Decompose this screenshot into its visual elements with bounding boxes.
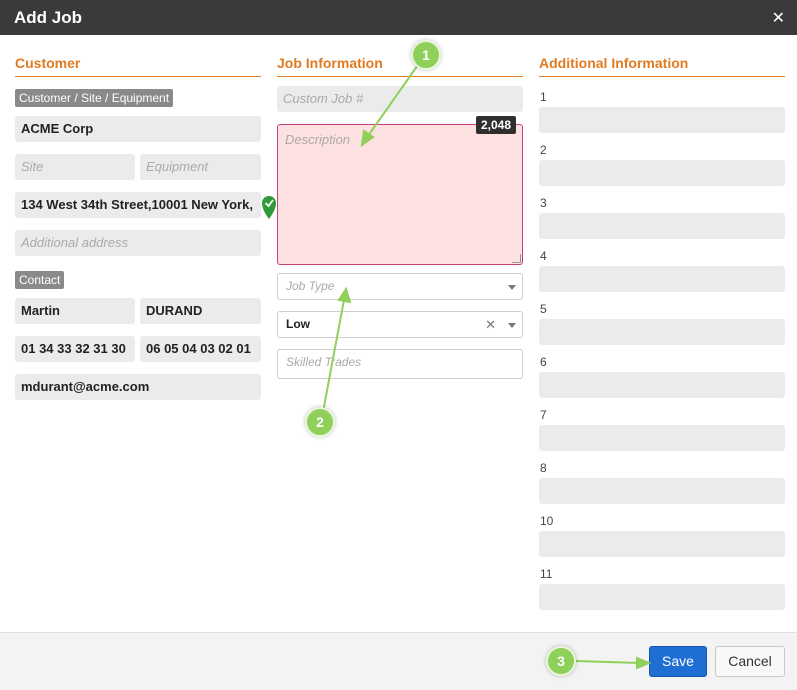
resize-handle-icon[interactable] bbox=[512, 254, 521, 263]
additional-field-label: 11 bbox=[540, 567, 553, 581]
additional-field-7[interactable] bbox=[539, 425, 785, 451]
additional-field-1[interactable] bbox=[539, 107, 785, 133]
additional-field-label: 6 bbox=[540, 355, 547, 369]
additional-field-label: 7 bbox=[540, 408, 547, 422]
additional-field-label: 2 bbox=[540, 143, 547, 157]
additional-field-label: 10 bbox=[540, 514, 554, 528]
additional-field-8[interactable] bbox=[539, 478, 785, 504]
customer-site-equipment-tag: Customer / Site / Equipment bbox=[15, 89, 174, 107]
skilled-trades-placeholder: Skilled Trades bbox=[286, 355, 362, 369]
additional-information-header: Additional Information bbox=[539, 55, 785, 77]
annotation-marker-1: 1 bbox=[411, 40, 441, 70]
phone-field[interactable]: 01 34 33 32 31 30 bbox=[15, 336, 135, 362]
clear-icon[interactable]: ✕ bbox=[485, 312, 496, 337]
additional-field-label: 4 bbox=[540, 249, 547, 263]
additional-field-label: 3 bbox=[540, 196, 547, 210]
close-icon[interactable]: ✕ bbox=[772, 8, 785, 28]
last-name-field[interactable]: DURAND bbox=[140, 298, 261, 324]
annotation-marker-2: 2 bbox=[305, 407, 335, 437]
additional-field-label: 1 bbox=[540, 90, 547, 104]
mobile-field[interactable]: 06 05 04 03 02 01 bbox=[140, 336, 261, 362]
character-counter-badge: 2,048 bbox=[476, 116, 517, 134]
chevron-down-icon bbox=[508, 323, 516, 328]
email-field[interactable]: mdurant@acme.com bbox=[15, 374, 261, 400]
contact-tag: Contact bbox=[15, 271, 65, 289]
description-placeholder: Description bbox=[285, 132, 351, 147]
job-information-header: Job Information bbox=[277, 55, 523, 77]
site-field[interactable]: Site bbox=[15, 154, 135, 180]
dialog-titlebar: Add Job ✕ bbox=[0, 0, 797, 35]
equipment-field[interactable]: Equipment bbox=[140, 154, 261, 180]
priority-select[interactable]: Low ✕ bbox=[277, 311, 523, 338]
geo-verified-icon bbox=[262, 196, 276, 219]
additional-field-5[interactable] bbox=[539, 319, 785, 345]
additional-address-field[interactable]: Additional address bbox=[15, 230, 261, 256]
description-textarea[interactable]: Description bbox=[277, 124, 523, 265]
additional-field-3[interactable] bbox=[539, 213, 785, 239]
job-type-select[interactable]: Job Type bbox=[277, 273, 523, 300]
save-button[interactable]: Save bbox=[649, 646, 707, 677]
additional-field-label: 8 bbox=[540, 461, 547, 475]
additional-field-6[interactable] bbox=[539, 372, 785, 398]
first-name-field[interactable]: Martin bbox=[15, 298, 135, 324]
skilled-trades-field[interactable]: Skilled Trades bbox=[277, 349, 523, 379]
annotation-marker-3: 3 bbox=[546, 646, 576, 676]
dialog-title: Add Job bbox=[14, 8, 82, 27]
additional-field-11[interactable] bbox=[539, 584, 785, 610]
customer-name-field[interactable]: ACME Corp bbox=[15, 116, 261, 142]
address-field[interactable]: 134 West 34th Street,10001 New York, bbox=[15, 192, 261, 218]
additional-field-4[interactable] bbox=[539, 266, 785, 292]
customer-header: Customer bbox=[15, 55, 261, 77]
cancel-button[interactable]: Cancel bbox=[715, 646, 785, 677]
additional-field-10[interactable] bbox=[539, 531, 785, 557]
chevron-down-icon bbox=[508, 285, 516, 290]
additional-field-label: 5 bbox=[540, 302, 547, 316]
custom-job-number-field[interactable]: Custom Job # bbox=[277, 86, 523, 112]
additional-field-2[interactable] bbox=[539, 160, 785, 186]
job-type-placeholder: Job Type bbox=[286, 279, 335, 293]
priority-value: Low bbox=[286, 317, 310, 331]
